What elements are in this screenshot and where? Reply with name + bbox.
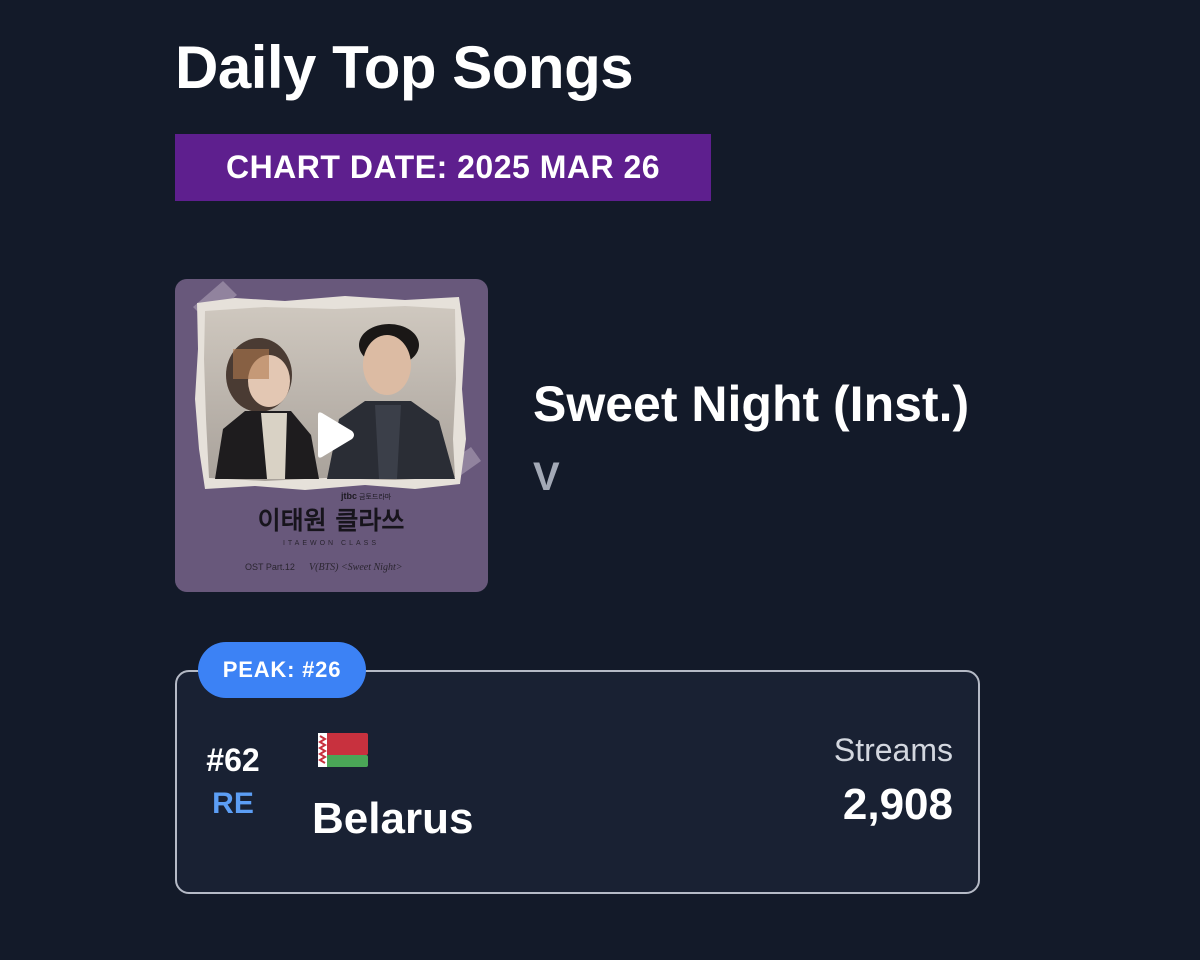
chart-date-badge: CHART DATE: 2025 MAR 26 [175,134,711,201]
rank-position: #62 [206,742,260,778]
cover-ost-part: OST Part.12 [245,562,295,572]
artist-name[interactable]: V [533,450,560,504]
cover-drama-subtitle: ITAEWON CLASS [283,540,379,547]
peak-badge: PEAK: #26 [198,642,366,698]
cover-drama-title: 이태원 클라쓰 [258,506,405,535]
country-name: Belarus [312,794,474,843]
play-button[interactable] [312,411,356,459]
cover-ost-credit: V(BTS) <Sweet Night> [309,562,403,573]
page-title: Daily Top Songs [175,34,634,101]
cover-network-logo: jtbc [340,491,357,501]
cover-drama-label: 금토드라마 [359,492,392,501]
streams-count: 2,908 [842,780,953,829]
belarus-flag-icon [318,733,368,767]
song-title: Sweet Night (Inst.) [533,376,970,432]
rank-status: RE [212,787,254,820]
streams-label: Streams [833,732,953,768]
play-icon [318,412,354,458]
